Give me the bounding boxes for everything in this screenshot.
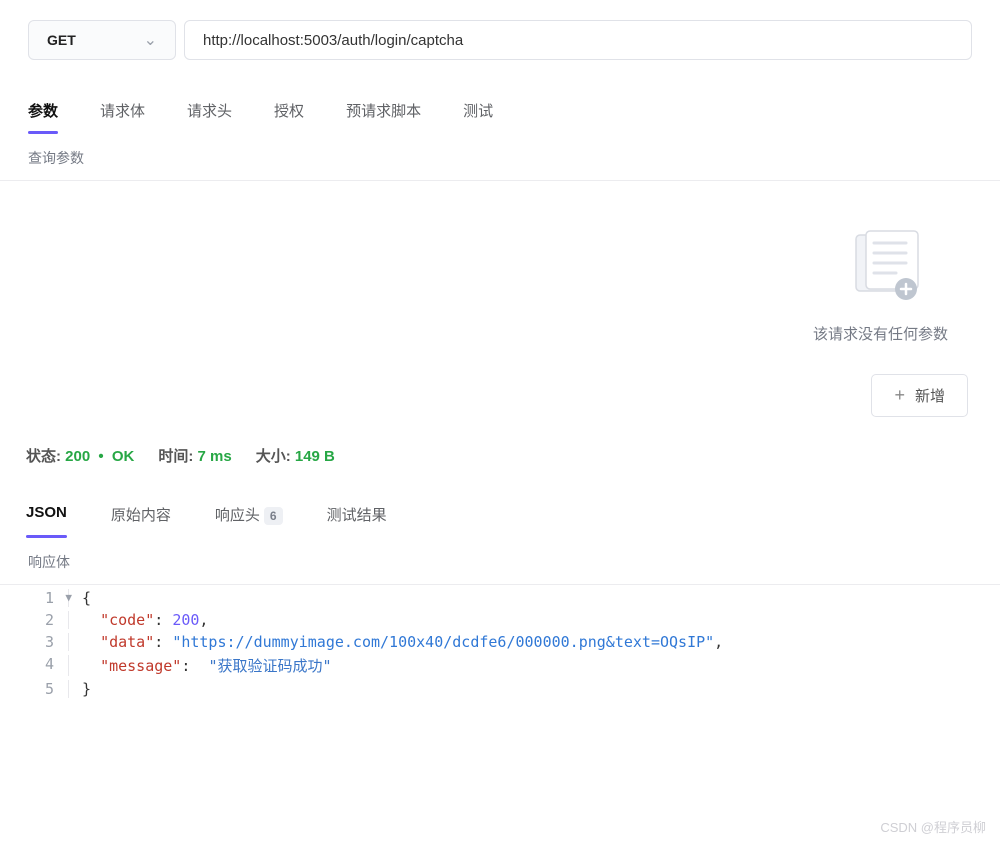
status-time-group: 时间: 7 ms bbox=[158, 445, 231, 466]
code-line: 5 } bbox=[0, 678, 1000, 700]
empty-text: 该请求没有任何参数 bbox=[813, 323, 948, 344]
add-param-button[interactable]: + 新增 bbox=[871, 374, 968, 417]
add-button-label: 新增 bbox=[915, 385, 945, 406]
code-line: 3 "data": "https://dummyimage.com/100x40… bbox=[0, 631, 1000, 653]
tab-test-results[interactable]: 测试结果 bbox=[327, 496, 387, 537]
code-line: 4 "message": "获取验证码成功" bbox=[0, 653, 1000, 678]
status-code-group: 状态: 200 • OK bbox=[26, 445, 134, 466]
response-status-bar: 状态: 200 • OK 时间: 7 ms 大小: 149 B bbox=[0, 431, 1000, 484]
fold-arrow-icon[interactable]: ▼ bbox=[65, 591, 72, 604]
code-line: 1▼ { bbox=[0, 587, 1000, 609]
tab-auth[interactable]: 授权 bbox=[274, 92, 304, 133]
response-body-editor[interactable]: 1▼ { 2 "code": 200, 3 "data": "https://d… bbox=[0, 587, 1000, 700]
headers-count-badge: 6 bbox=[264, 507, 283, 525]
tab-json[interactable]: JSON bbox=[26, 496, 67, 537]
request-tabs: 参数 请求体 请求头 授权 预请求脚本 测试 bbox=[0, 84, 1000, 134]
plus-icon: + bbox=[894, 385, 905, 406]
watermark-text: CSDN @程序员柳 bbox=[880, 817, 986, 836]
chevron-down-icon: ⌄ bbox=[144, 30, 157, 50]
empty-icon bbox=[846, 229, 926, 305]
status-size-group: 大小: 149 B bbox=[256, 445, 335, 466]
tab-raw[interactable]: 原始内容 bbox=[111, 496, 171, 537]
url-input[interactable] bbox=[184, 20, 972, 60]
tab-response-headers[interactable]: 响应头6 bbox=[215, 496, 283, 537]
code-line: 2 "code": 200, bbox=[0, 609, 1000, 631]
response-body-label: 响应体 bbox=[0, 538, 1000, 585]
tab-body[interactable]: 请求体 bbox=[100, 92, 145, 133]
tab-tests[interactable]: 测试 bbox=[463, 92, 493, 133]
tab-params[interactable]: 参数 bbox=[28, 92, 58, 133]
tab-prerequest[interactable]: 预请求脚本 bbox=[346, 92, 421, 133]
http-method-select[interactable]: GET ⌄ bbox=[28, 20, 176, 60]
http-method-label: GET bbox=[47, 32, 76, 48]
query-params-label: 查询参数 bbox=[0, 134, 1000, 181]
request-bar: GET ⌄ bbox=[0, 0, 1000, 84]
tab-headers[interactable]: 请求头 bbox=[187, 92, 232, 133]
empty-state: 该请求没有任何参数 + 新增 bbox=[0, 181, 1000, 431]
response-tabs: JSON 原始内容 响应头6 测试结果 bbox=[0, 484, 1000, 538]
